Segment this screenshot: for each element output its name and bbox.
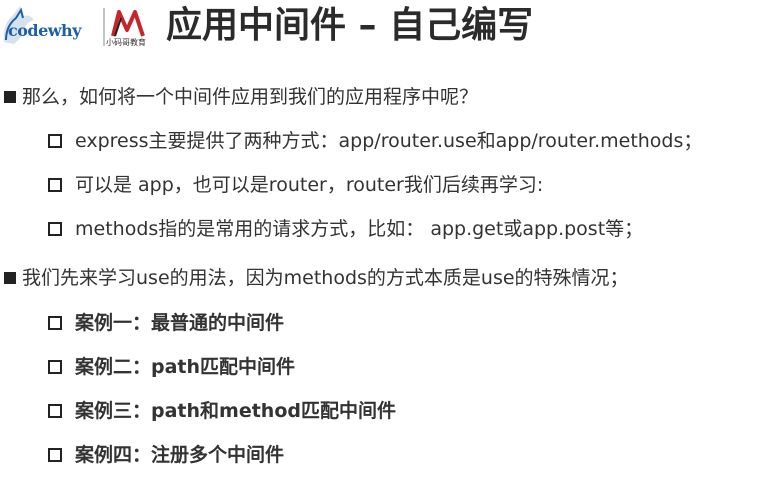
hollow-square-bullet-icon: [48, 134, 62, 148]
bullet-item-7: 案例二：path匹配中间件: [48, 354, 295, 380]
bullet-item-2: express主要提供了两种方式：app/router.use和app/rout…: [48, 128, 702, 154]
slide-header: codewhy 小码哥教育 应用中间件 – 自己编写: [0, 0, 764, 62]
bullet-item-8: 案例三：path和method匹配中间件: [48, 398, 396, 424]
hollow-square-bullet-icon: [48, 360, 62, 374]
hollow-square-bullet-icon: [48, 404, 62, 418]
bullet-item-6: 案例一：最普通的中间件: [48, 310, 284, 336]
hollow-square-bullet-icon: [48, 178, 62, 192]
bullet-text: 可以是 app，也可以是router，router我们后续再学习:: [75, 174, 544, 196]
bullet-text: 案例二：path匹配中间件: [75, 356, 296, 378]
page-title: 应用中间件 – 自己编写: [166, 5, 534, 46]
xiaomage-logo-text: 小码哥教育: [106, 38, 146, 47]
bullet-item-4: methods指的是常用的请求方式，比如： app.get或app.post等；: [48, 216, 643, 242]
bullet-text: 我们先来学习use的用法，因为methods的方式本质是use的特殊情况；: [22, 267, 629, 289]
hollow-square-bullet-icon: [48, 222, 62, 236]
bullet-text: express主要提供了两种方式：app/router.use和app/rout…: [75, 130, 703, 152]
bullet-text: methods指的是常用的请求方式，比如： app.get或app.post等；: [75, 218, 644, 240]
bullet-item-9: 案例四：注册多个中间件: [48, 442, 284, 468]
square-bullet-icon: [4, 272, 16, 284]
bullet-item-3: 可以是 app，也可以是router，router我们后续再学习:: [48, 172, 543, 198]
codewhy-logo: codewhy: [0, 4, 98, 48]
hollow-square-bullet-icon: [48, 316, 62, 330]
bullet-text: 那么，如何将一个中间件应用到我们的应用程序中呢？: [22, 86, 479, 108]
bullet-text: 案例三：path和method匹配中间件: [75, 400, 396, 422]
hollow-square-bullet-icon: [48, 448, 62, 462]
bullet-text: 案例一：最普通的中间件: [75, 312, 285, 334]
codewhy-logo-text: codewhy: [8, 21, 81, 40]
bullet-item-1: 那么，如何将一个中间件应用到我们的应用程序中呢？: [4, 84, 478, 110]
bullet-item-5: 我们先来学习use的用法，因为methods的方式本质是use的特殊情况；: [4, 265, 629, 291]
square-bullet-icon: [4, 91, 16, 103]
bullet-text: 案例四：注册多个中间件: [75, 444, 285, 466]
